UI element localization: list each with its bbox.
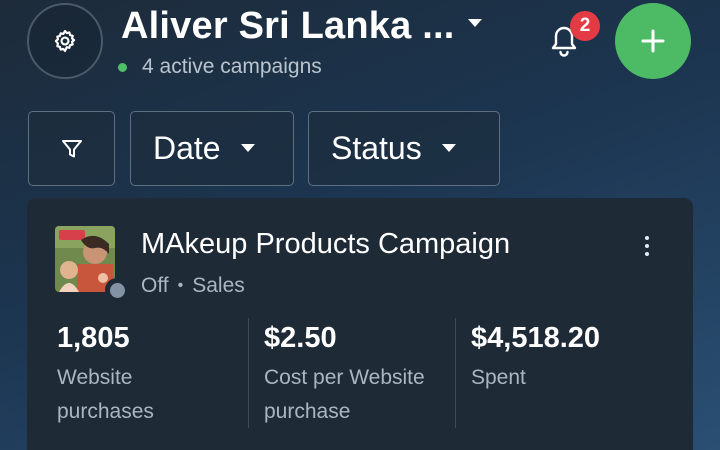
metric-label-line1: Spent <box>471 366 526 389</box>
date-filter-dropdown[interactable]: Date <box>130 111 294 186</box>
metric-value: $4,518.20 <box>471 322 601 354</box>
filter-icon <box>61 139 82 157</box>
metric-value: 1,805 <box>57 322 130 354</box>
campaign-state: Off <box>141 274 169 297</box>
metric-value: $2.50 <box>264 322 337 354</box>
more-vertical-icon-dot <box>645 252 649 256</box>
campaign-name[interactable]: MAkeup Products Campaign <box>141 228 510 261</box>
status-filter-label: Status <box>331 130 422 166</box>
metric-website-purchases: 1,805 Website purchases <box>57 322 247 429</box>
more-vertical-icon-dot <box>645 244 649 248</box>
create-campaign-button[interactable] <box>615 3 691 79</box>
filter-button[interactable] <box>28 111 115 186</box>
campaign-status-indicator <box>105 278 129 302</box>
chevron-down-icon <box>468 19 483 27</box>
campaign-objective: Sales <box>192 274 245 297</box>
plus-icon <box>641 29 665 53</box>
more-vertical-icon <box>645 236 649 240</box>
notification-badge: 2 <box>570 11 600 41</box>
metric-spent: $4,518.20 Spent <box>471 322 661 395</box>
active-campaigns-text: 4 active campaigns <box>142 55 322 78</box>
campaign-meta: Off • Sales <box>141 274 245 298</box>
metric-label-line2: purchase <box>264 400 351 423</box>
chevron-down-icon <box>441 143 456 152</box>
off-status-dot <box>109 282 125 298</box>
metric-divider <box>248 318 249 428</box>
metric-divider <box>455 318 456 428</box>
active-status-dot <box>118 62 127 72</box>
more-options-button[interactable] <box>633 232 661 260</box>
account-selector[interactable]: Aliver Sri Lanka ... <box>121 4 483 48</box>
active-campaigns-status: 4 active campaigns <box>118 55 322 79</box>
date-filter-label: Date <box>153 130 221 166</box>
gear-icon <box>54 29 76 53</box>
chevron-down-icon <box>240 143 255 152</box>
metric-label-line1: Cost per Website <box>264 366 425 389</box>
status-filter-dropdown[interactable]: Status <box>308 111 500 186</box>
metric-label-line1: Website <box>57 366 133 389</box>
account-name: Aliver Sri Lanka ... <box>121 4 455 47</box>
campaign-thumbnail <box>55 226 129 302</box>
metric-label-line2: purchases <box>57 400 154 423</box>
campaign-card[interactable]: MAkeup Products Campaign Off • Sales 1,8… <box>27 198 693 450</box>
settings-button[interactable] <box>27 3 103 79</box>
metric-cost-per-purchase: $2.50 Cost per Website purchase <box>264 322 454 429</box>
campaign-image <box>55 226 115 292</box>
meta-separator: • <box>177 277 184 294</box>
